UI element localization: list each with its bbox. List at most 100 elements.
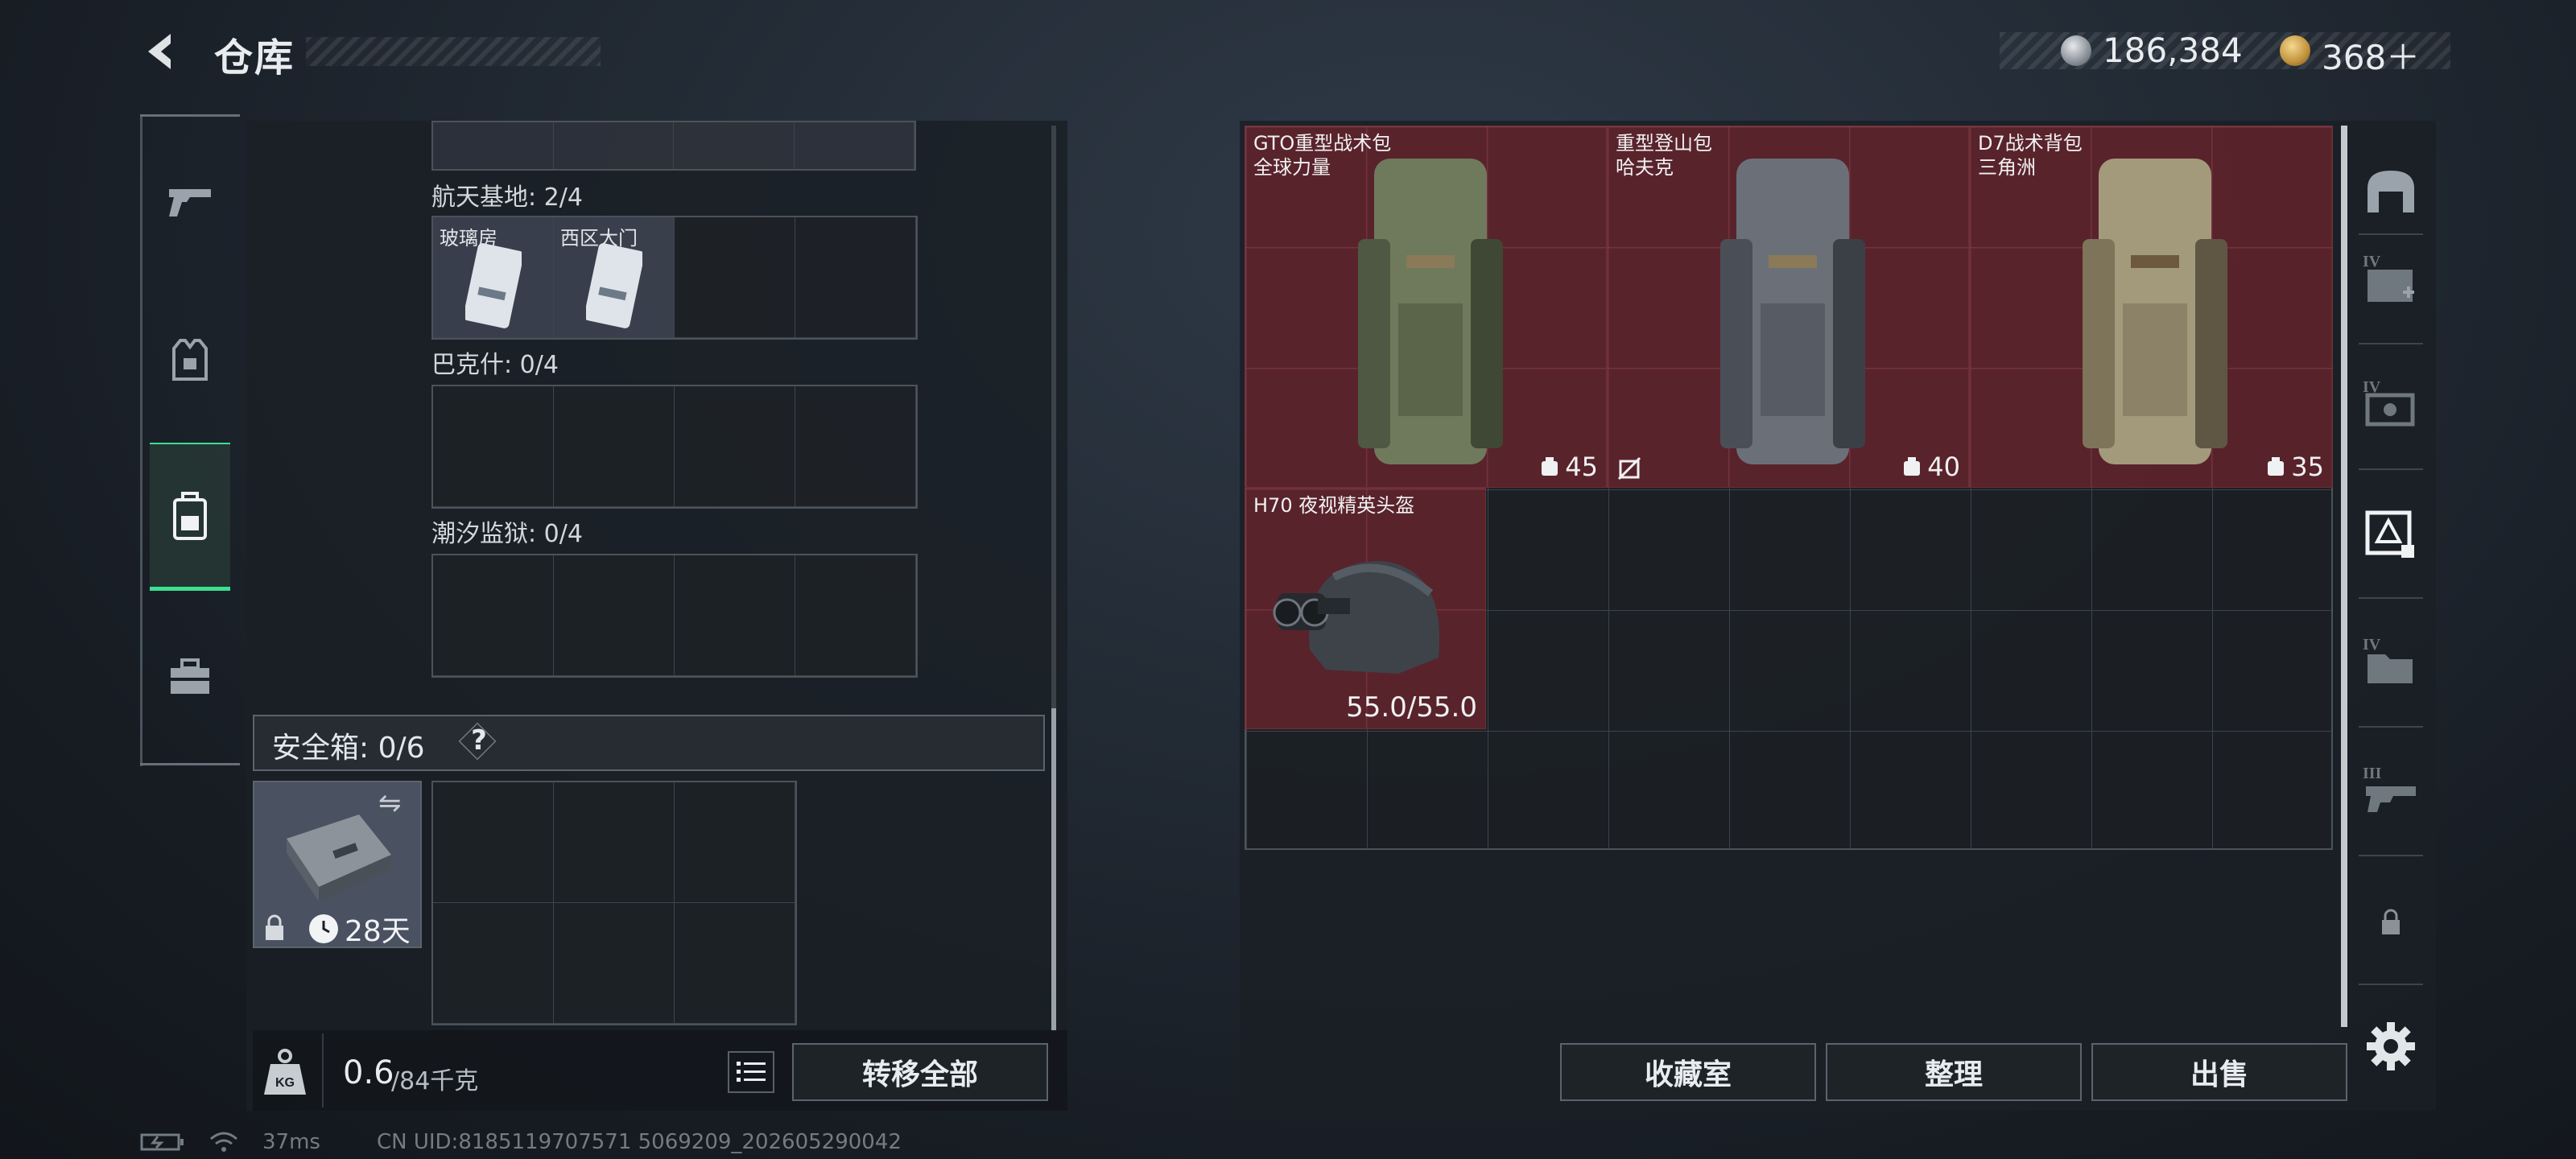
rail-tools-button[interactable]: [150, 633, 230, 721]
list-view-button[interactable]: [728, 1051, 774, 1093]
rail-stash-main-button[interactable]: [2355, 151, 2426, 232]
rail-expansion-1-button[interactable]: IV: [2355, 238, 2426, 319]
rail-top-line: [140, 114, 240, 117]
item-name: 重型登山包 哈夫克: [1616, 132, 1712, 179]
page-title: 仓库: [214, 35, 295, 80]
capacity-icon: [1904, 457, 1921, 476]
item-name: H70 夜视精英头盔: [1253, 494, 1415, 517]
toolbox-icon: [171, 658, 209, 694]
safe-box-days-left: 28天: [345, 915, 411, 948]
key-slot-empty[interactable]: [554, 386, 675, 507]
safe-slot[interactable]: [675, 903, 795, 1024]
aerospace-keys-label: 航天基地: 2/4: [431, 184, 583, 212]
transfer-all-button[interactable]: 转移全部: [792, 1043, 1048, 1101]
key-slot[interactable]: [794, 122, 914, 169]
stash-item-h70-helmet[interactable]: H70 夜视精英头盔 55.0/55.0: [1245, 488, 1486, 729]
key-slot-west-gate[interactable]: 西区大门: [554, 217, 675, 338]
safe-slot[interactable]: [433, 903, 554, 1024]
rail-expansion-3-button[interactable]: [2355, 493, 2426, 573]
prison-key-grid: [431, 554, 918, 678]
aerospace-key-grid: 玻璃房 西区大门: [431, 216, 918, 340]
item-name: D7战术背包 三角洲: [1978, 132, 2083, 179]
pistol-icon: [169, 189, 211, 217]
key-slot[interactable]: [674, 122, 795, 169]
rail-separator: [2359, 984, 2423, 985]
backpack-image: [2083, 159, 2227, 464]
weight-divider: [322, 1033, 324, 1107]
key-slot-empty[interactable]: [795, 555, 916, 676]
bakhmut-keys-label: 巴克什: 0/4: [431, 351, 559, 379]
swap-icon[interactable]: ⇋: [378, 787, 402, 819]
bakhmut-key-grid: [431, 385, 918, 509]
currency-gold-value[interactable]: 368＋: [2322, 31, 2420, 80]
rail-separator: [2359, 726, 2423, 728]
key-slot-empty[interactable]: [675, 386, 795, 507]
key-slot-empty[interactable]: [795, 217, 916, 338]
safe-box-grid: [431, 781, 797, 1025]
backpack-image: [1358, 159, 1503, 464]
key-slot-empty[interactable]: [675, 555, 795, 676]
stash-item-d7-backpack[interactable]: D7战术背包 三角洲 35: [1969, 126, 2333, 488]
rail-separator: [2359, 855, 2423, 856]
safe-slot[interactable]: [554, 782, 675, 903]
status-bar: 37ms CN UID:8185119707571 5069209_202605…: [140, 1130, 902, 1154]
item-capacity: 35: [2267, 452, 2324, 482]
wifi-icon: [210, 1132, 237, 1152]
capacity-icon: [1542, 457, 1558, 476]
sell-button[interactable]: 出售: [2091, 1043, 2347, 1101]
title-decoration: [306, 37, 601, 66]
ammo-case-icon: IV: [2363, 378, 2415, 427]
key-slot-empty[interactable]: [554, 555, 675, 676]
left-scrollbar-thumb[interactable]: [1051, 708, 1056, 1030]
gear-icon[interactable]: [2365, 1021, 2417, 1072]
key-slot[interactable]: [433, 122, 554, 169]
helmet-image: [1273, 561, 1440, 674]
collection-room-button[interactable]: 收藏室: [1560, 1043, 1816, 1101]
list-icon: [737, 1062, 766, 1082]
key-slot-empty[interactable]: [433, 386, 554, 507]
help-icon[interactable]: ?: [467, 724, 491, 757]
rail-expansion-4-button[interactable]: IV: [2355, 621, 2426, 702]
keycard-icon: [465, 243, 522, 328]
clock-icon: [309, 914, 338, 943]
key-slot[interactable]: [553, 122, 674, 169]
back-arrow-icon[interactable]: [138, 29, 184, 74]
capacity-icon: [2268, 457, 2285, 476]
weapon-case-icon: III: [2363, 765, 2416, 812]
item-durability: 55.0/55.0: [1346, 691, 1477, 724]
battery-icon: [140, 1133, 184, 1151]
key-slot-empty[interactable]: [795, 386, 916, 507]
vault-icon: [2368, 171, 2414, 212]
key-slot-empty[interactable]: [433, 555, 554, 676]
equipment-case-icon: [2365, 510, 2414, 558]
svg-text:III: III: [2363, 765, 2382, 782]
rail-expansion-5-button[interactable]: III: [2355, 750, 2426, 831]
safe-slot[interactable]: [675, 782, 795, 903]
prison-keys-label: 潮汐监狱: 0/4: [431, 520, 583, 548]
svg-text:IV: IV: [2363, 253, 2381, 270]
safe-slot[interactable]: [433, 782, 554, 903]
weight-icon: KG: [264, 1049, 306, 1095]
gold-coin-icon: [2280, 35, 2310, 66]
lock-icon: [2382, 909, 2400, 934]
rail-divider: [140, 114, 142, 766]
stash-item-gto-backpack[interactable]: GTO重型战术包 全球力量 45: [1245, 126, 1607, 488]
rail-backpacks-button[interactable]: [150, 443, 230, 591]
user-uid: CN UID:8185119707571 5069209_20260529004…: [376, 1130, 902, 1154]
stash-item-climbing-backpack[interactable]: 重型登山包 哈夫克 40: [1607, 126, 1969, 488]
vest-icon: [172, 339, 208, 381]
rail-expansion-2-button[interactable]: IV: [2355, 364, 2426, 444]
currency-silver-value: 186,384: [2103, 31, 2243, 70]
organize-button[interactable]: 整理: [1826, 1043, 2082, 1101]
rail-separator: [2359, 597, 2423, 599]
item-capacity: 40: [1903, 452, 1960, 482]
folder-case-icon: IV: [2363, 636, 2413, 683]
rail-weapons-button[interactable]: [150, 158, 230, 246]
safe-slot[interactable]: [554, 903, 675, 1024]
rail-armor-button[interactable]: [150, 316, 230, 404]
rail-separator: [2359, 343, 2423, 344]
svg-text:KG: KG: [275, 1076, 295, 1090]
key-slot-empty[interactable]: [675, 217, 795, 338]
key-slot-glass-house[interactable]: 玻璃房: [433, 217, 554, 338]
ping-value: 37ms: [262, 1130, 320, 1154]
